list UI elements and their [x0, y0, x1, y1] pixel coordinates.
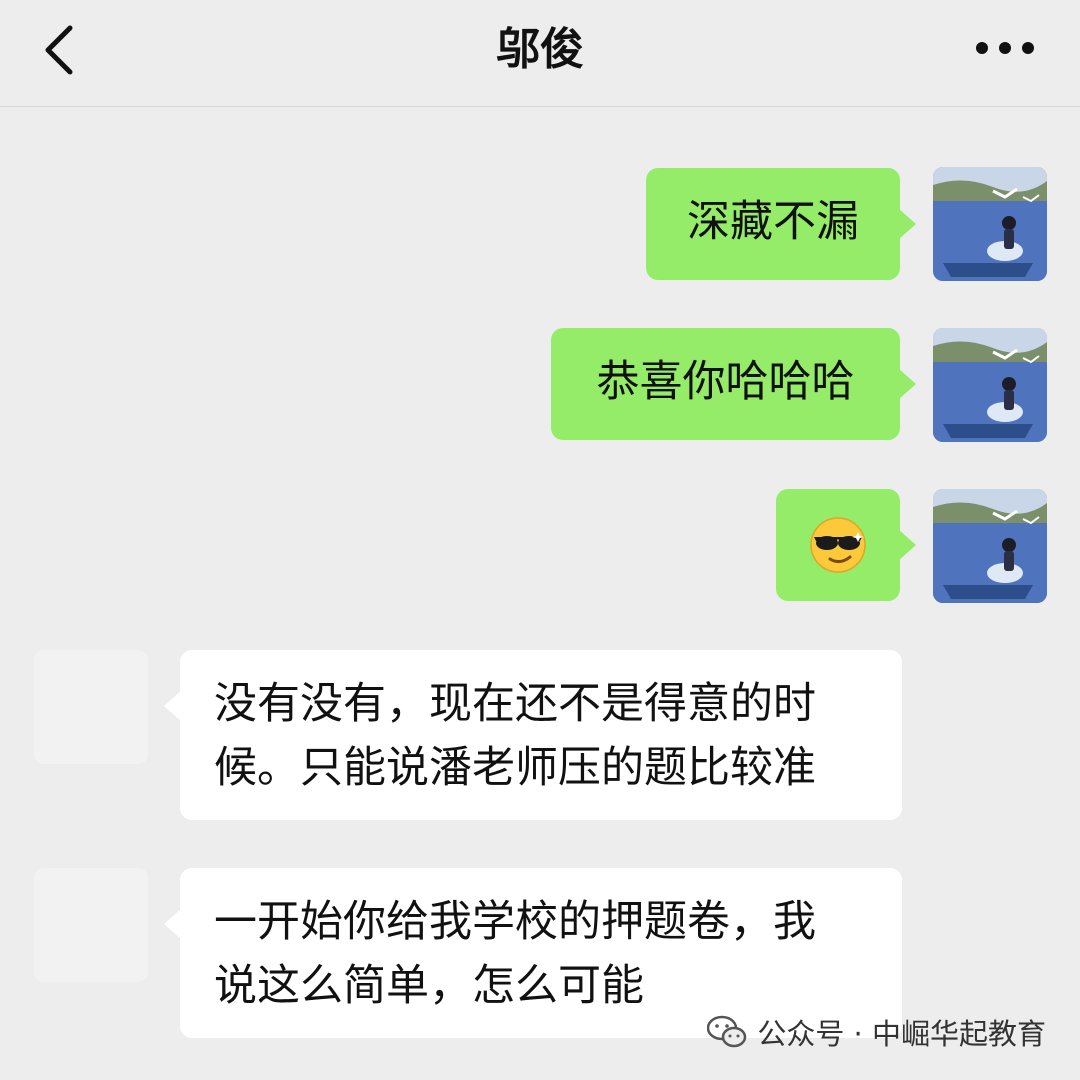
avatar-image-icon — [933, 328, 1047, 442]
watermark: 公众号 · 中崛华起教育 — [707, 1010, 1046, 1054]
chat-header: 邬俊 — [0, 0, 1080, 107]
contact-avatar[interactable] — [34, 868, 148, 982]
contact-avatar[interactable] — [34, 650, 148, 764]
bubble-tail — [898, 529, 916, 561]
avatar-image-icon — [933, 489, 1047, 603]
my-avatar[interactable] — [933, 489, 1047, 603]
more-button[interactable] — [970, 30, 1040, 66]
my-avatar[interactable] — [933, 167, 1047, 281]
bubble-tail — [164, 908, 182, 940]
bubble-tail — [898, 368, 916, 400]
message-bubble-received[interactable]: 没有没有，现在还不是得意的时 候。只能说潘老师压的题比较准 — [164, 650, 902, 820]
message-line: 没有没有，现在还不是得意的时 — [214, 679, 816, 729]
message-bubble-sent[interactable] — [776, 489, 916, 601]
my-avatar[interactable] — [933, 328, 1047, 442]
watermark-text: 公众号 · 中崛华起教育 — [757, 1017, 1046, 1051]
message-line: 候。只能说潘老师压的题比较准 — [214, 743, 816, 793]
avatar-image-icon — [933, 167, 1047, 281]
message-text: 恭喜你哈哈哈 — [596, 357, 855, 407]
message-line: 一开始你给我学校的押题卷，我 — [214, 897, 816, 947]
bubble-tail — [898, 208, 916, 240]
message-text: 深藏不漏 — [687, 197, 859, 247]
message-bubble-sent[interactable]: 深藏不漏 — [646, 168, 916, 280]
wechat-logo-icon — [707, 1015, 747, 1048]
more-dots-icon — [976, 42, 1034, 54]
smiling-face-with-sunglasses-icon — [808, 515, 868, 575]
bubble-tail — [164, 690, 182, 722]
message-line: 说这么简单，怎么可能 — [214, 961, 644, 1011]
chat-title: 邬俊 — [496, 24, 584, 75]
message-bubble-sent[interactable]: 恭喜你哈哈哈 — [551, 328, 916, 440]
